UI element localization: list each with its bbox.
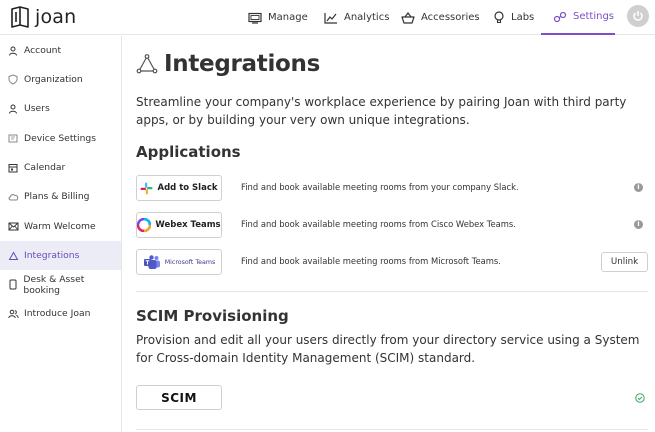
microsoft-teams-badge-label: Microsoft Teams <box>164 258 216 266</box>
sidebar-item-account[interactable]: Account <box>0 36 121 65</box>
section-divider <box>136 429 648 430</box>
microsoft-teams-button[interactable]: Microsoft Teams <box>136 249 222 275</box>
check-circle-icon <box>635 393 645 403</box>
page-title: Integrations <box>164 51 320 77</box>
sidebar-item-organization[interactable]: Organization <box>0 65 121 94</box>
slack-badge-label: Add to Slack <box>157 183 218 193</box>
webex-badge-label: Webex Teams <box>155 220 221 230</box>
applications-title: Applications <box>136 143 241 161</box>
nav-analytics[interactable]: Analytics <box>324 0 389 35</box>
sidebar-item-desk-asset-booking[interactable]: Desk & Asset booking <box>0 270 121 299</box>
top-bar: joan Manage Analytics Accessories Labs S… <box>0 0 655 35</box>
scim-intro: Provision and edit all your users direct… <box>136 333 640 365</box>
sidebar-item-label: Introduce Joan <box>24 308 91 319</box>
unlink-button[interactable]: Unlink <box>601 252 648 272</box>
nav-analytics-label: Analytics <box>344 12 390 23</box>
integrations-icon <box>136 54 158 74</box>
sidebar-item-label: Integrations <box>24 250 80 261</box>
app-row-microsoft-teams: Microsoft Teams Find and book available … <box>136 249 648 275</box>
logo-text: joan <box>35 6 77 28</box>
slack-icon <box>140 182 153 194</box>
sidebar-item-device-settings[interactable]: Device Settings <box>0 124 121 153</box>
monitor-icon <box>248 12 262 24</box>
sidebar-item-label: Warm Welcome <box>24 221 96 232</box>
device-icon <box>2 134 24 143</box>
triangle-nodes-icon <box>2 250 24 261</box>
webex-description: Find and book available meeting rooms fr… <box>241 219 516 229</box>
nav-manage[interactable]: Manage <box>248 0 308 35</box>
sidebar-item-warm-welcome[interactable]: Warm Welcome <box>0 212 121 241</box>
integrations-intro: Streamline your company's workplace expe… <box>136 95 627 127</box>
webex-teams-button[interactable]: Webex Teams <box>136 212 222 238</box>
mail-icon <box>2 222 24 231</box>
nav-accessories[interactable]: Accessories <box>401 0 480 35</box>
info-icon[interactable]: i <box>634 183 643 192</box>
basket-icon <box>401 11 415 24</box>
nav-labs[interactable]: Labs <box>493 0 534 35</box>
nav-manage-label: Manage <box>268 12 308 23</box>
sidebar-item-calendar[interactable]: Calendar <box>0 153 121 182</box>
app-row-slack: Add to Slack Find and book available mee… <box>136 175 648 201</box>
scim-button[interactable]: SCIM <box>136 385 222 410</box>
sidebar-item-plans-billing[interactable]: Plans & Billing <box>0 182 121 211</box>
joan-logo-icon <box>11 6 29 28</box>
user-icon <box>2 46 24 56</box>
microsoft-teams-description: Find and book available meeting rooms fr… <box>241 256 501 266</box>
settings-icon <box>553 11 567 22</box>
add-to-slack-button[interactable]: Add to Slack <box>136 175 222 201</box>
section-divider <box>136 291 648 292</box>
sidebar-item-integrations[interactable]: Integrations <box>0 241 121 270</box>
slack-description: Find and book available meeting rooms fr… <box>241 182 519 192</box>
sidebar-item-label: Account <box>24 45 62 56</box>
main-content: Integrations Streamline your company's w… <box>123 36 655 432</box>
sidebar-item-label: Users <box>24 103 50 114</box>
bulb-icon <box>494 11 504 24</box>
info-icon[interactable]: i <box>634 220 643 229</box>
cloud-icon <box>2 193 24 201</box>
joan-logo[interactable]: joan <box>10 5 76 29</box>
webex-icon <box>137 218 152 232</box>
sidebar: Account Organization Users Device Settin… <box>0 36 122 432</box>
sidebar-item-label: Device Settings <box>24 133 97 144</box>
power-icon <box>633 11 643 21</box>
page-header: Integrations <box>136 51 320 77</box>
nav-labs-label: Labs <box>511 12 535 23</box>
user-icon <box>2 104 24 114</box>
sidebar-item-label: Desk & Asset booking <box>23 273 85 296</box>
microsoft-teams-icon <box>143 254 160 269</box>
sidebar-item-label: Organization <box>24 74 83 85</box>
chart-icon <box>324 12 337 24</box>
app-row-webex: Webex Teams Find and book available meet… <box>136 212 648 238</box>
sidebar-item-introduce-joan[interactable]: Introduce Joan <box>0 299 121 328</box>
sidebar-item-label: Plans & Billing <box>24 191 90 202</box>
users-icon <box>2 309 24 319</box>
scim-title: SCIM Provisioning <box>136 307 289 325</box>
sidebar-item-users[interactable]: Users <box>0 94 121 123</box>
calendar-icon <box>2 163 24 173</box>
nav-settings-label: Settings <box>573 11 615 22</box>
sidebar-item-label: Calendar <box>24 162 66 173</box>
shield-icon <box>2 74 24 85</box>
phone-icon <box>2 279 23 290</box>
nav-accessories-label: Accessories <box>421 12 480 23</box>
power-button[interactable] <box>627 5 649 27</box>
nav-settings[interactable]: Settings <box>541 0 615 35</box>
